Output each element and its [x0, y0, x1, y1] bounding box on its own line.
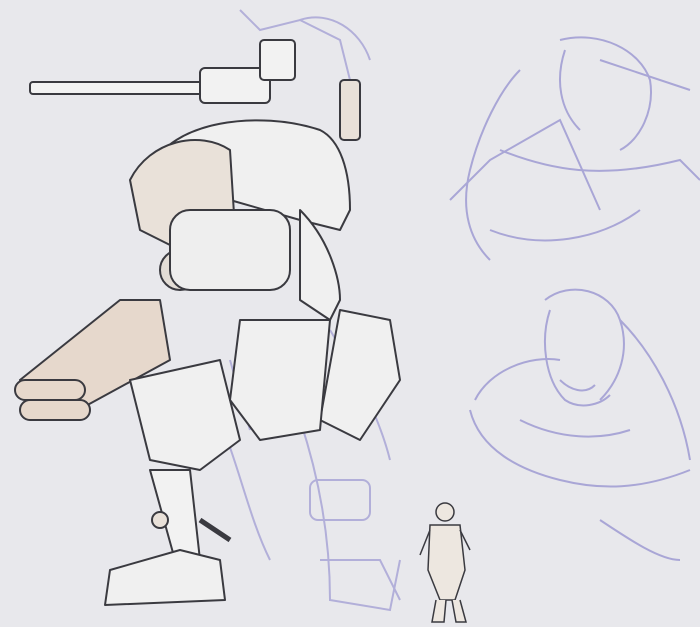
cannon-barrel — [29, 81, 211, 95]
concept-art-sheet — [0, 0, 700, 627]
